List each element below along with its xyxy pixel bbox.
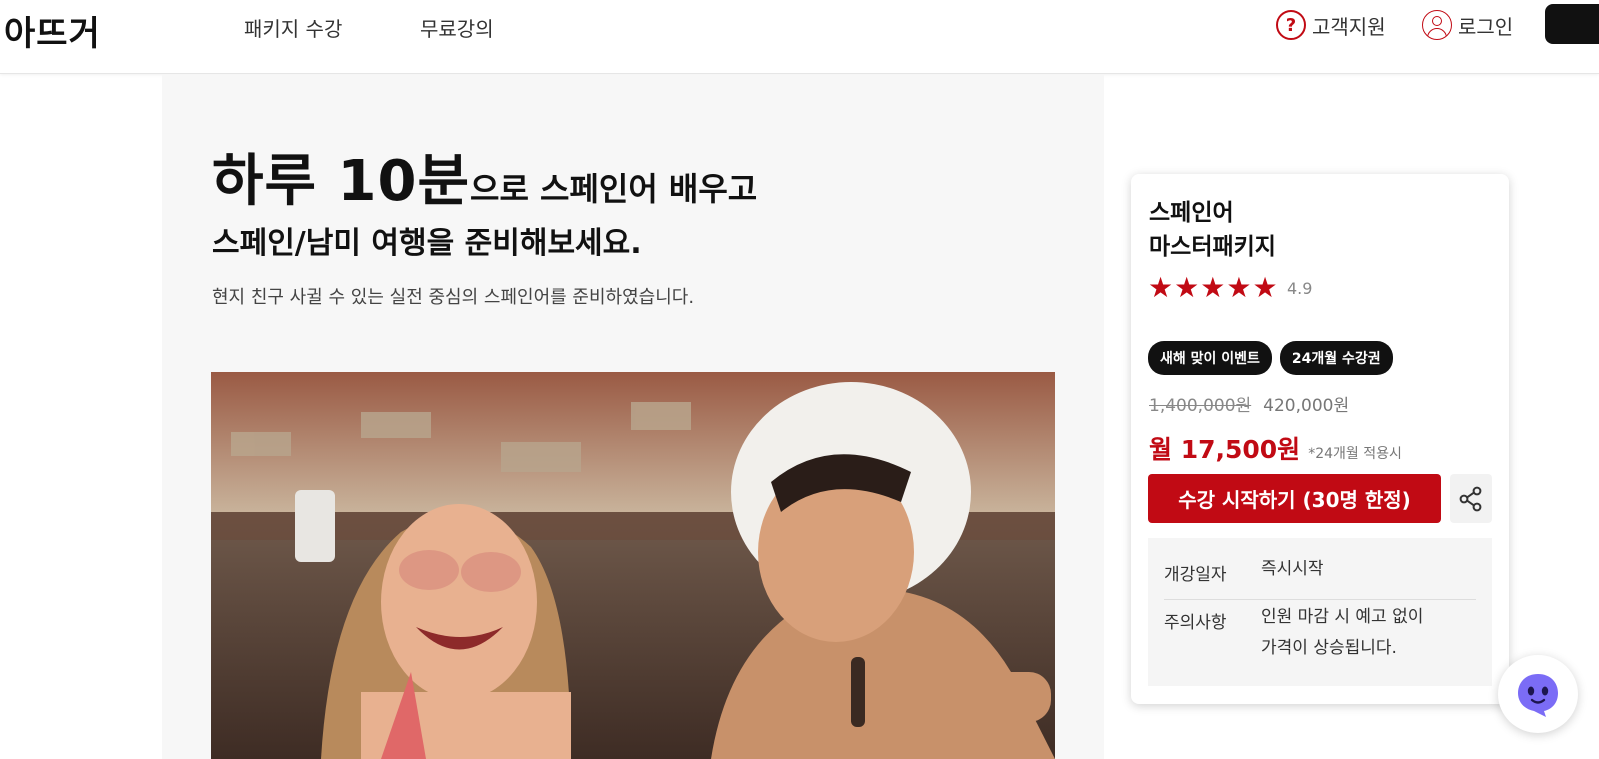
info-value-notice-line1: 인원 마감 시 예고 없이 [1261, 607, 1424, 627]
rating-stars: ★ ★ ★ ★ ★ [1148, 274, 1278, 302]
course-info-box: 개강일자 즉시시작 주의사항 인원 마감 시 예고 없이 가격이 상승됩니다. [1148, 538, 1492, 686]
login-link[interactable]: 로그인 [1422, 10, 1513, 40]
chatbot-icon [1518, 674, 1558, 717]
hero-headline-emphasis: 하루 10분 [212, 149, 470, 214]
monthly-price-note: *24개월 적용시 [1308, 446, 1402, 462]
star-icon: ★ [1148, 271, 1174, 304]
question-circle-icon: ? [1276, 10, 1306, 40]
rating-value: 4.9 [1287, 279, 1313, 298]
price-row: 1,400,000원 420,000원 [1149, 391, 1349, 416]
site-header: 아뜨거 패키지 수강 무료강의 ? 고객지원 로그인 [0, 0, 1599, 74]
share-icon [1459, 486, 1482, 511]
hero-headline: 하루 10분으로 스페인어 배우고 [212, 136, 757, 217]
hero-headline-line2: 스페인/남미 여행을 준비해보세요. [212, 226, 642, 261]
info-value-start-date: 즉시시작 [1261, 559, 1324, 579]
customer-support-label: 고객지원 [1312, 14, 1386, 39]
info-value-notice: 인원 마감 시 예고 없이 가격이 상승됩니다. [1261, 602, 1423, 664]
badge-list: 새해 맞이 이벤트 24개월 수강권 [1148, 341, 1393, 375]
monthly-price: 월 17,500원 [1149, 435, 1301, 464]
hero-headline-rest: 으로 스페인어 배우고 [470, 170, 758, 208]
info-value-notice-line2: 가격이 상승됩니다. [1261, 638, 1397, 658]
course-title: 스페인어 마스터패키지 [1149, 196, 1276, 264]
star-icon: ★ [1200, 271, 1226, 304]
share-button[interactable] [1450, 474, 1492, 523]
customer-support-link[interactable]: ? 고객지원 [1276, 10, 1386, 40]
nav-package-course[interactable]: 패키지 수강 [244, 13, 342, 42]
original-price: 1,400,000원 [1149, 396, 1252, 416]
header-cta-button[interactable] [1545, 4, 1599, 44]
event-badge: 새해 맞이 이벤트 [1148, 341, 1272, 375]
star-icon: ★ [1174, 271, 1200, 304]
course-title-line1: 스페인어 [1149, 200, 1234, 226]
nav-free-lecture[interactable]: 무료강의 [420, 13, 494, 42]
sale-price: 420,000원 [1263, 396, 1350, 416]
star-icon: ★ [1226, 271, 1252, 304]
info-row-start-date: 개강일자 즉시시작 [1164, 559, 1476, 600]
user-icon [1422, 10, 1452, 40]
star-icon: ★ [1252, 271, 1278, 304]
purchase-card: 스페인어 마스터패키지 ★ ★ ★ ★ ★ 4.9 새해 맞이 이벤트 24개월… [1131, 174, 1509, 704]
promo-video-frame [211, 372, 1055, 759]
site-logo[interactable]: 아뜨거 [4, 6, 101, 55]
start-course-button[interactable]: 수강 시작하기 (30명 한정) [1148, 474, 1441, 523]
duration-badge: 24개월 수강권 [1279, 341, 1393, 375]
info-key-notice: 주의사항 [1164, 613, 1227, 633]
monthly-price-row: 월 17,500원 *24개월 적용시 [1149, 430, 1402, 466]
login-label: 로그인 [1458, 14, 1514, 39]
info-key-start-date: 개강일자 [1164, 565, 1227, 585]
hero-subtext: 현지 친구 사귈 수 있는 실전 중심의 스페인어를 준비하였습니다. [212, 287, 695, 308]
course-title-line2: 마스터패키지 [1149, 234, 1276, 260]
chatbot-button[interactable] [1498, 655, 1578, 733]
promo-video[interactable] [211, 372, 1055, 759]
